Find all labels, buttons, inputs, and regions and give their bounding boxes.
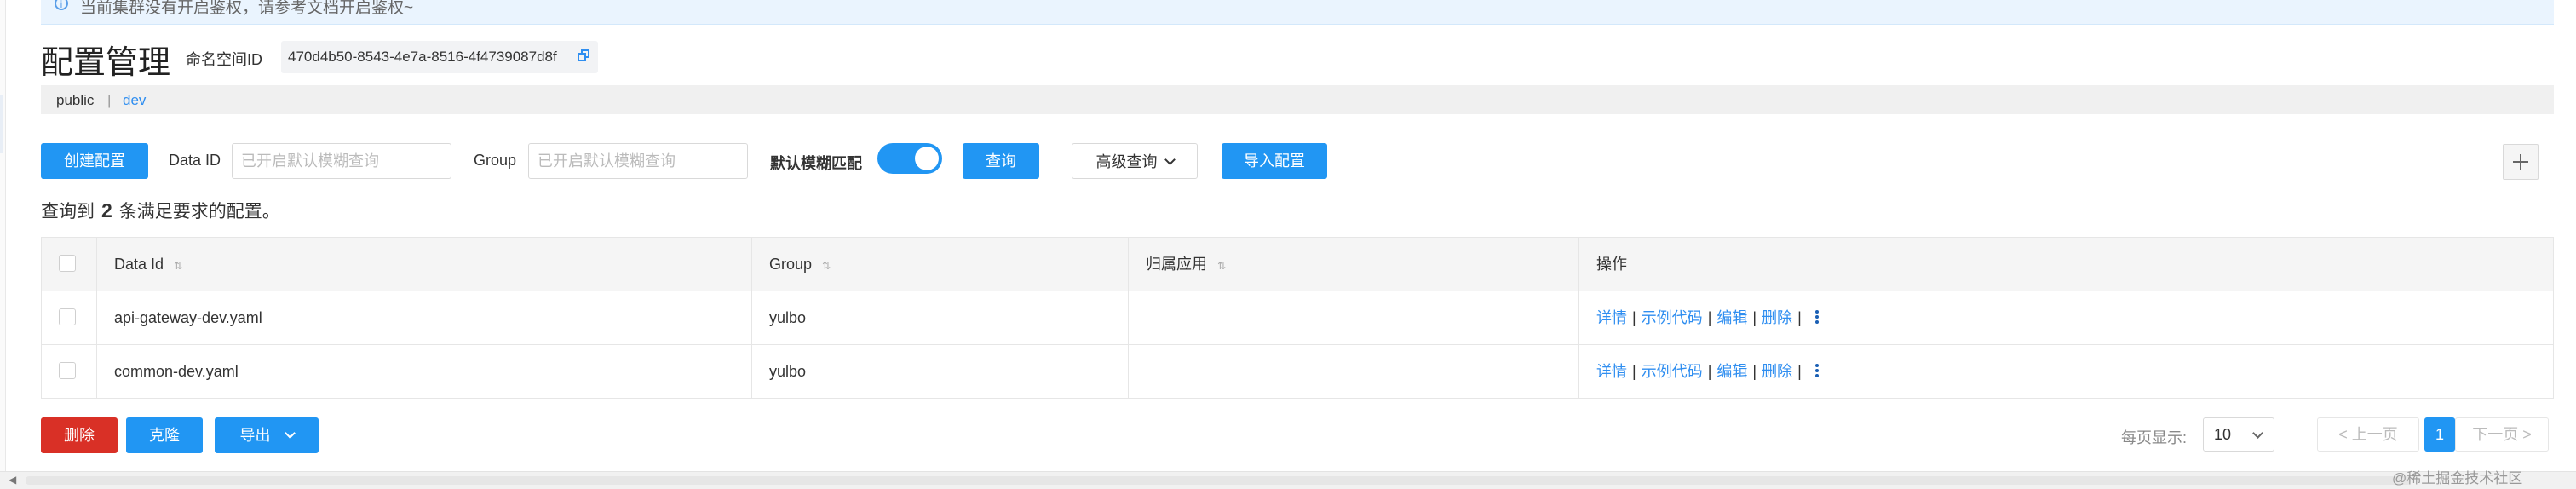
- row-checkbox-cell: [42, 345, 96, 398]
- group-input[interactable]: [528, 143, 748, 179]
- op-separator: |: [1752, 363, 1757, 380]
- page-size-label: 每页显示:: [2121, 429, 2188, 446]
- table-row: api-gateway-dev.yaml yulbo 详情 | 示例代码 | 编辑 | 删除…: [42, 291, 2553, 345]
- row-checkbox[interactable]: [59, 308, 76, 325]
- header-checkbox-cell: [42, 238, 96, 291]
- chevron-down-icon: [1164, 154, 1176, 165]
- result-suffix: 条满足要求的配置。: [118, 202, 280, 221]
- auth-notice-bar: i 当前集群没有开启鉴权，请参考文档开启鉴权~: [41, 0, 2554, 25]
- column-header-group[interactable]: Group ⇅: [751, 238, 1128, 291]
- page-size-select[interactable]: 10: [2203, 417, 2274, 452]
- create-config-button[interactable]: 创建配置: [41, 143, 148, 179]
- bulk-delete-button[interactable]: 删除: [41, 417, 118, 453]
- op-separator: |: [1707, 309, 1712, 326]
- sample-code-link[interactable]: 示例代码: [1642, 363, 1703, 380]
- prev-page-button[interactable]: < 上一页: [2317, 417, 2419, 452]
- advanced-query-button[interactable]: 高级查询: [1072, 143, 1198, 179]
- copy-icon[interactable]: [578, 49, 589, 61]
- horizontal-scrollbar[interactable]: ◀: [0, 471, 2576, 489]
- sort-icon[interactable]: ⇅: [1217, 239, 1226, 292]
- left-edge: [0, 0, 6, 488]
- cell-data-id: api-gateway-dev.yaml: [96, 291, 751, 344]
- column-header-data-id[interactable]: Data Id ⇅: [96, 238, 751, 291]
- chevron-down-icon: [284, 428, 296, 439]
- data-id-input[interactable]: [232, 143, 451, 179]
- namespace-id-value: 470d4b50-8543-4e7a-8516-4f4739087d8f: [288, 49, 557, 65]
- current-page-button[interactable]: 1: [2424, 417, 2455, 452]
- op-separator: |: [1707, 363, 1712, 380]
- delete-link[interactable]: 删除: [1762, 363, 1792, 380]
- sample-code-link[interactable]: 示例代码: [1642, 309, 1703, 326]
- namespace-separator: |: [107, 92, 112, 108]
- cell-data-id: common-dev.yaml: [96, 345, 751, 398]
- info-circle-icon: i: [55, 0, 68, 10]
- clone-button[interactable]: 克隆: [126, 417, 203, 453]
- namespace-tab-dev[interactable]: dev: [123, 92, 146, 109]
- fuzzy-match-toggle[interactable]: [877, 143, 942, 174]
- advanced-query-label: 高级查询: [1095, 153, 1158, 170]
- namespace-id-box: 470d4b50-8543-4e7a-8516-4f4739087d8f: [281, 41, 598, 73]
- export-button[interactable]: 导出: [215, 417, 319, 453]
- page-size-value: 10: [2214, 426, 2232, 443]
- row-checkbox-cell: [42, 291, 96, 344]
- sort-icon[interactable]: ⇅: [174, 239, 182, 292]
- op-separator: |: [1797, 363, 1802, 380]
- result-summary: 查询到 2 条满足要求的配置。: [41, 198, 280, 223]
- plus-icon[interactable]: [2503, 144, 2539, 180]
- cell-app: [1128, 345, 1578, 398]
- edit-link[interactable]: 编辑: [1716, 363, 1747, 380]
- scroll-left-icon[interactable]: ◀: [9, 474, 16, 486]
- select-all-checkbox[interactable]: [59, 255, 76, 272]
- query-button[interactable]: 查询: [963, 143, 1039, 179]
- chevron-down-icon: [2252, 428, 2263, 439]
- more-options-icon[interactable]: [1814, 362, 1819, 379]
- namespace-id-label: 命名空间ID: [186, 51, 262, 68]
- op-separator: |: [1797, 309, 1802, 326]
- table-header: Data Id ⇅ Group ⇅ 归属应用 ⇅ 操作: [42, 238, 2553, 291]
- cell-group: yulbo: [751, 291, 1128, 344]
- edit-link[interactable]: 编辑: [1716, 309, 1747, 326]
- column-header-app[interactable]: 归属应用 ⇅: [1128, 238, 1578, 291]
- next-page-button[interactable]: 下一页 >: [2455, 417, 2549, 452]
- row-checkbox[interactable]: [59, 362, 76, 379]
- import-config-button[interactable]: 导入配置: [1222, 143, 1327, 179]
- cell-operations: 详情 | 示例代码 | 编辑 | 删除 |: [1578, 345, 2553, 398]
- config-table: Data Id ⇅ Group ⇅ 归属应用 ⇅ 操作 api-gateway-dev…: [41, 237, 2554, 399]
- op-separator: |: [1752, 309, 1757, 326]
- left-edge-marker: [0, 95, 3, 153]
- result-count: 2: [101, 199, 112, 221]
- toggle-knob: [915, 147, 939, 170]
- cell-group: yulbo: [751, 345, 1128, 398]
- export-label: 导出: [239, 427, 271, 444]
- notice-text: 当前集群没有开启鉴权，请参考文档开启鉴权~: [80, 0, 414, 17]
- delete-link[interactable]: 删除: [1762, 309, 1792, 326]
- detail-link[interactable]: 详情: [1596, 309, 1627, 326]
- column-header-operations: 操作: [1578, 238, 2553, 291]
- cell-app: [1128, 291, 1578, 344]
- page-title: 配置管理: [41, 45, 171, 81]
- table-row: common-dev.yaml yulbo 详情 | 示例代码 | 编辑 | 删除 |: [42, 345, 2553, 398]
- group-label: Group: [474, 152, 517, 169]
- cell-operations: 详情 | 示例代码 | 编辑 | 删除 |: [1578, 291, 2553, 344]
- op-separator: |: [1632, 363, 1636, 380]
- scrollbar-thumb[interactable]: [26, 476, 2411, 485]
- detail-link[interactable]: 详情: [1596, 363, 1627, 380]
- namespace-tabs: public | dev: [41, 85, 2554, 114]
- more-options-icon[interactable]: [1814, 308, 1819, 325]
- namespace-tab-public[interactable]: public: [56, 92, 94, 109]
- fuzzy-match-label: 默认模糊匹配: [770, 155, 862, 172]
- watermark: @稀土掘金技术社区: [2392, 470, 2523, 486]
- op-separator: |: [1632, 309, 1636, 326]
- sort-icon[interactable]: ⇅: [822, 239, 831, 292]
- data-id-label: Data ID: [169, 152, 221, 169]
- result-prefix: 查询到: [41, 202, 95, 221]
